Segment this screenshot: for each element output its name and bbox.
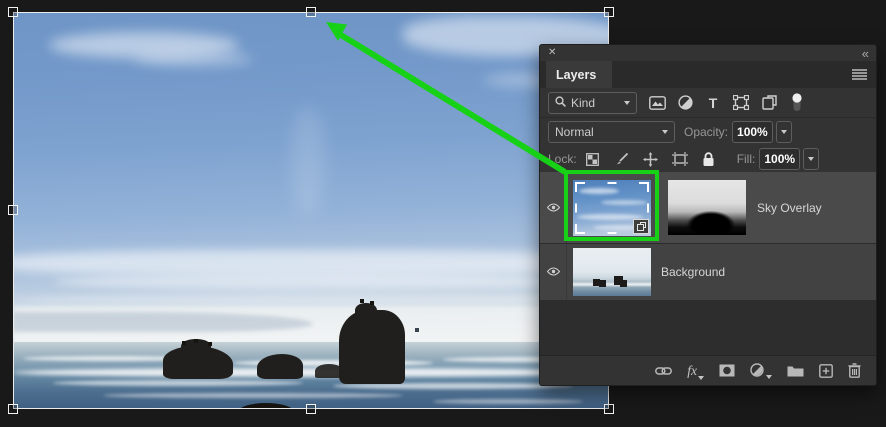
tab-layers[interactable]: Layers bbox=[546, 61, 612, 88]
transform-handle-bottom-center[interactable] bbox=[306, 404, 316, 414]
new-layer-icon[interactable] bbox=[819, 363, 833, 378]
opacity-label: Opacity: bbox=[684, 125, 729, 139]
layer-mask-thumbnail-sky-overlay[interactable] bbox=[668, 180, 746, 235]
thumb-transform-corner bbox=[639, 181, 649, 192]
panel-header: ✕ « bbox=[540, 45, 876, 61]
layer-name[interactable]: Background bbox=[661, 265, 725, 279]
filter-row: Kind T bbox=[540, 88, 876, 118]
eye-icon bbox=[546, 201, 560, 215]
layer-row-sky-overlay[interactable]: Sky Overlay bbox=[540, 172, 876, 243]
blend-row: Normal Opacity: 100% bbox=[540, 118, 876, 146]
filter-kind-label: Kind bbox=[571, 95, 596, 110]
layers-panel: ✕ « Layers Kind T Normal Opacity: 100% L… bbox=[540, 45, 876, 385]
fill-label: Fill: bbox=[736, 152, 756, 166]
layers-list: Sky Overlay Background bbox=[540, 172, 876, 355]
photo-rock bbox=[257, 354, 303, 379]
lock-row: Lock: Fill: 100% bbox=[540, 146, 876, 172]
thumb-transform-corner bbox=[575, 223, 585, 234]
eye-icon bbox=[546, 265, 560, 279]
panel-tab-row: Layers bbox=[540, 61, 876, 88]
link-layers-icon[interactable] bbox=[655, 365, 673, 377]
thumb-transform-tick bbox=[575, 203, 577, 212]
thumb-transform-tick bbox=[647, 203, 649, 212]
photo-foam bbox=[103, 393, 403, 398]
lock-label: Lock: bbox=[548, 152, 577, 166]
lock-transparent-pixels-icon[interactable] bbox=[584, 150, 602, 168]
photo-cloud-band bbox=[13, 294, 609, 306]
filter-smart-objects-icon[interactable] bbox=[760, 94, 778, 112]
filter-shape-layers-icon[interactable] bbox=[732, 94, 750, 112]
photo-cloud bbox=[291, 107, 325, 217]
lock-icons bbox=[584, 150, 718, 168]
thumb-transform-tick bbox=[607, 181, 617, 184]
thumb-transform-corner bbox=[575, 181, 585, 192]
thumb-transform-tick bbox=[607, 231, 617, 234]
filter-type-icons: T bbox=[648, 93, 806, 112]
photo-cloud bbox=[133, 52, 253, 66]
blend-mode-value: Normal bbox=[555, 125, 594, 139]
layer-name[interactable]: Sky Overlay bbox=[757, 201, 822, 215]
filter-kind-dropdown[interactable]: Kind bbox=[548, 91, 637, 114]
fill-value-field[interactable]: 100% bbox=[759, 148, 801, 170]
thumb-rocks bbox=[573, 248, 576, 251]
layer-thumbnail-sky-overlay[interactable] bbox=[573, 179, 651, 236]
filter-pixel-layers-icon[interactable] bbox=[648, 94, 666, 112]
transform-handle-bottom-right[interactable] bbox=[604, 404, 614, 414]
fill-dropdown-button[interactable] bbox=[803, 148, 820, 170]
filter-adjustment-layers-icon[interactable] bbox=[676, 94, 694, 112]
lock-position-icon[interactable] bbox=[642, 150, 660, 168]
transform-handle-top-right[interactable] bbox=[604, 7, 614, 17]
photo-rock bbox=[181, 339, 211, 353]
transform-handle-top-center[interactable] bbox=[306, 7, 316, 17]
panel-bottom-bar: fx bbox=[540, 355, 876, 385]
photo-rock bbox=[315, 364, 343, 378]
chevron-down-icon bbox=[662, 130, 668, 134]
photo-foam bbox=[433, 399, 583, 404]
add-layer-mask-icon[interactable] bbox=[719, 364, 735, 377]
collapse-panel-icon[interactable]: « bbox=[862, 47, 869, 60]
smart-object-badge-icon bbox=[633, 218, 649, 234]
lock-all-icon[interactable] bbox=[700, 150, 718, 168]
visibility-toggle[interactable] bbox=[540, 172, 567, 243]
photo-foam bbox=[13, 368, 609, 377]
transform-handle-top-left[interactable] bbox=[8, 7, 18, 17]
chevron-down-icon bbox=[624, 100, 630, 105]
photo-rock bbox=[339, 310, 405, 384]
new-group-icon[interactable] bbox=[787, 364, 804, 377]
photo-rock bbox=[355, 303, 377, 317]
layer-styles-icon[interactable]: fx bbox=[687, 363, 704, 380]
photo-cloud-band bbox=[53, 274, 573, 290]
delete-layer-icon[interactable] bbox=[848, 363, 861, 378]
transform-handle-middle-left[interactable] bbox=[8, 205, 18, 215]
filter-type-layers-icon[interactable]: T bbox=[704, 94, 722, 112]
photo-foam bbox=[53, 380, 303, 386]
layer-row-background[interactable]: Background bbox=[540, 243, 876, 300]
filter-toggle-icon[interactable] bbox=[788, 93, 806, 112]
blend-mode-dropdown[interactable]: Normal bbox=[548, 121, 675, 143]
lock-image-pixels-icon[interactable] bbox=[613, 150, 631, 168]
visibility-toggle[interactable] bbox=[540, 244, 567, 300]
opacity-dropdown-button[interactable] bbox=[775, 121, 792, 143]
opacity-value-field[interactable]: 100% bbox=[732, 121, 773, 143]
panel-menu-icon[interactable] bbox=[852, 69, 867, 83]
close-icon[interactable]: ✕ bbox=[548, 48, 556, 58]
photo-cloud-band bbox=[13, 250, 609, 276]
lock-artboard-icon[interactable] bbox=[671, 150, 689, 168]
canvas-photo bbox=[13, 12, 609, 409]
transform-handle-bottom-left[interactable] bbox=[8, 404, 18, 414]
new-adjustment-layer-icon[interactable] bbox=[750, 363, 772, 379]
layer-thumbnail-background[interactable] bbox=[573, 248, 651, 296]
search-icon bbox=[555, 95, 566, 110]
